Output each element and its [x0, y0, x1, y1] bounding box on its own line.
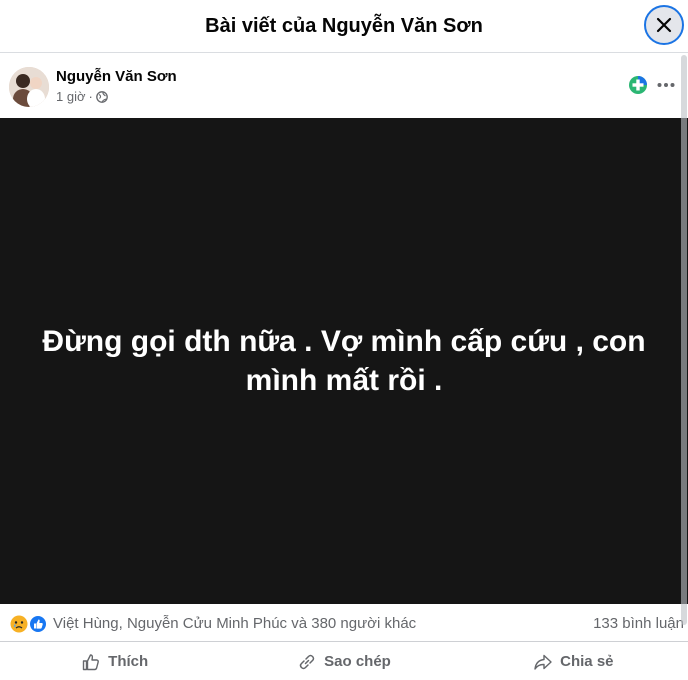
- author-name[interactable]: Nguyễn Văn Sơn: [56, 68, 177, 85]
- more-options-icon[interactable]: [656, 75, 676, 95]
- post-text: Đừng gọi dth nữa . Vợ mình cấp cứu , con…: [42, 325, 646, 397]
- close-button[interactable]: [644, 5, 684, 45]
- scrollbar[interactable]: [681, 55, 687, 625]
- post-actions: Thích Sao chép Chia sẻ: [0, 643, 688, 680]
- copy-label: Sao chép: [324, 653, 391, 670]
- dialog-title: Bài viết của Nguyễn Văn Sơn: [205, 14, 483, 37]
- like-label: Thích: [108, 653, 149, 670]
- meta-separator: ·: [88, 89, 93, 104]
- add-icon[interactable]: [628, 75, 648, 95]
- post-header: Nguyễn Văn Sơn 1 giờ ·: [0, 53, 688, 118]
- thumbs-up-icon: [82, 653, 100, 670]
- post-meta: 1 giờ ·: [56, 89, 108, 104]
- like-reaction-icon: [29, 615, 47, 633]
- reaction-names[interactable]: Việt Hùng, Nguyễn Cửu Minh Phúc và 380 n…: [53, 615, 416, 632]
- reactions-bar: Việt Hùng, Nguyễn Cửu Minh Phúc và 380 n…: [0, 604, 688, 642]
- dialog-header: Bài viết của Nguyễn Văn Sơn: [0, 0, 688, 53]
- comments-count[interactable]: 133 bình luận: [593, 615, 684, 632]
- close-icon: [656, 17, 672, 33]
- copy-button[interactable]: Sao chép: [229, 643, 458, 680]
- share-button[interactable]: Chia sẻ: [459, 643, 688, 680]
- globe-icon: [95, 90, 108, 103]
- post-time[interactable]: 1 giờ: [56, 89, 86, 104]
- share-icon: [534, 654, 552, 670]
- sad-reaction-icon: [10, 615, 28, 633]
- like-button[interactable]: Thích: [0, 643, 229, 680]
- share-label: Chia sẻ: [560, 653, 614, 670]
- link-icon: [299, 654, 315, 669]
- avatar[interactable]: [9, 67, 49, 107]
- post-text-background[interactable]: Đừng gọi dth nữa . Vợ mình cấp cứu , con…: [0, 118, 688, 604]
- reaction-icons[interactable]: [10, 614, 50, 634]
